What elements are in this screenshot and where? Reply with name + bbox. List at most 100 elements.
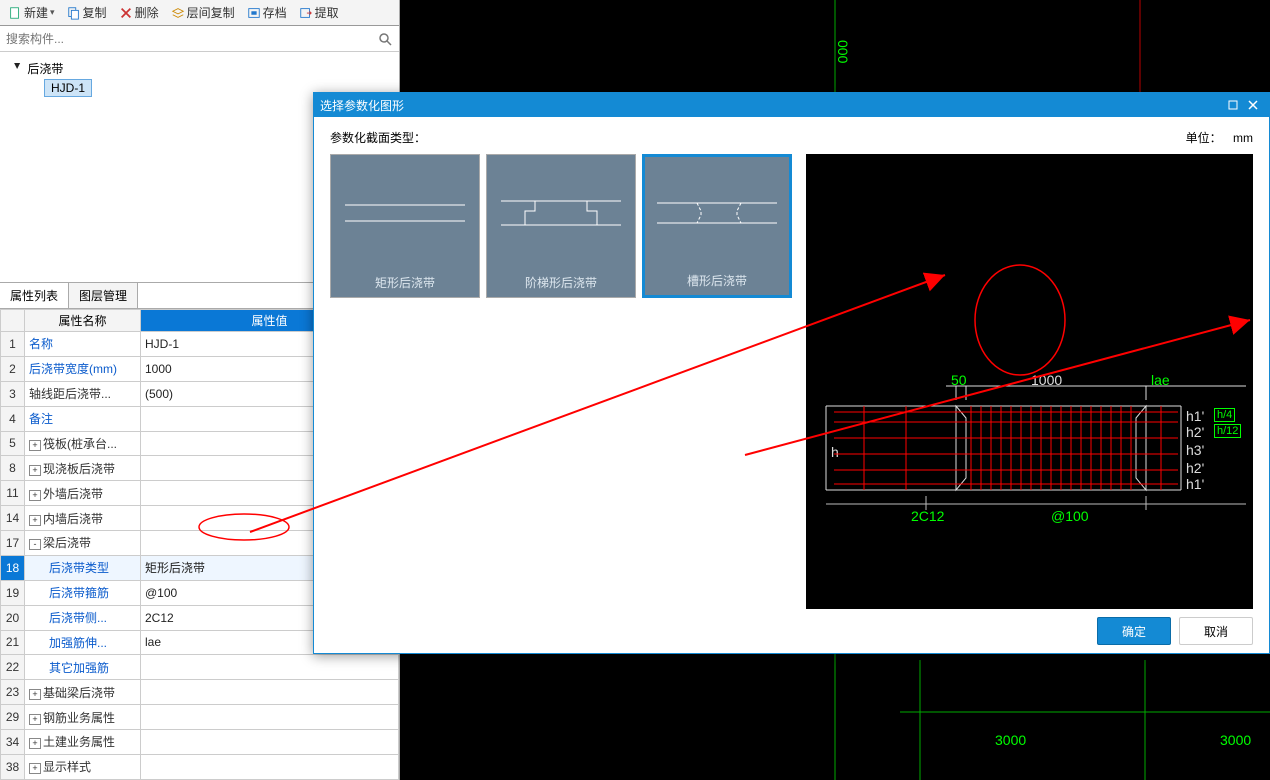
template-label: 槽形后浇带	[645, 265, 789, 295]
expand-icon[interactable]: +	[29, 763, 41, 774]
row-number: 17	[1, 531, 25, 556]
tab-properties[interactable]: 属性列表	[0, 283, 69, 308]
expand-icon[interactable]: +	[29, 689, 41, 700]
layer-copy-label: 层间复制	[187, 4, 235, 21]
tree-child[interactable]: HJD-1	[44, 79, 92, 97]
row-number: 5	[1, 431, 25, 456]
expand-icon[interactable]: +	[29, 440, 41, 451]
layer-copy-button[interactable]: 层间复制	[167, 2, 239, 23]
template-card-0[interactable]: 矩形后浇带	[330, 154, 480, 298]
row-number: 21	[1, 630, 25, 655]
dialog-titlebar[interactable]: 选择参数化图形	[314, 93, 1269, 117]
col-name[interactable]: 属性名称	[25, 310, 141, 332]
expand-icon[interactable]: +	[29, 465, 41, 476]
row-number: 22	[1, 655, 25, 680]
new-button[interactable]: 新建 ▾	[4, 2, 59, 23]
prop-name: +土建业务属性	[25, 730, 141, 755]
row-number: 20	[1, 605, 25, 630]
new-icon	[8, 6, 22, 20]
prop-value[interactable]	[141, 705, 399, 730]
copy-icon	[67, 6, 81, 20]
archive-button[interactable]: 存档	[243, 2, 291, 23]
prop-name: 名称	[25, 332, 141, 357]
row-number: 34	[1, 730, 25, 755]
prop-name: 后浇带宽度(mm)	[25, 356, 141, 381]
tree-child-label: HJD-1	[51, 81, 85, 95]
tree-root[interactable]: 后浇带	[12, 58, 387, 79]
row-number: 2	[1, 356, 25, 381]
delete-icon	[119, 6, 133, 20]
prop-name: 后浇带箍筋	[25, 580, 141, 605]
prop-value[interactable]	[141, 655, 399, 680]
expand-icon[interactable]: +	[29, 738, 41, 749]
search-input[interactable]	[6, 32, 377, 46]
row-number: 1	[1, 332, 25, 357]
prop-name: -梁后浇带	[25, 531, 141, 556]
table-row[interactable]: 23+基础梁后浇带	[1, 680, 399, 705]
prop-value[interactable]	[141, 730, 399, 755]
prop-name: +内墙后浇带	[25, 506, 141, 531]
prop-name: +钢筋业务属性	[25, 705, 141, 730]
prop-name: +外墙后浇带	[25, 481, 141, 506]
unit-row: 单位： mm	[1186, 129, 1253, 146]
copy-label: 复制	[83, 4, 107, 21]
row-number: 11	[1, 481, 25, 506]
copy-button[interactable]: 复制	[63, 2, 111, 23]
prop-name: +现浇板后浇带	[25, 456, 141, 481]
row-number: 38	[1, 754, 25, 779]
template-card-2[interactable]: 槽形后浇带	[642, 154, 792, 298]
template-list: 矩形后浇带阶梯形后浇带槽形后浇带	[330, 154, 792, 609]
row-number: 19	[1, 580, 25, 605]
template-preview-icon	[487, 155, 635, 267]
prop-value[interactable]	[141, 754, 399, 779]
maximize-icon[interactable]	[1223, 97, 1243, 113]
prop-name: 轴线距后浇带...	[25, 381, 141, 406]
tree-root-label: 后浇带	[27, 62, 63, 76]
prop-name: 后浇带类型	[25, 555, 141, 580]
prop-value[interactable]	[141, 680, 399, 705]
search-row	[0, 26, 399, 52]
extract-icon	[299, 6, 313, 20]
expand-icon[interactable]: +	[29, 515, 41, 526]
template-label: 矩形后浇带	[331, 267, 479, 297]
parametric-shape-dialog: 选择参数化图形 参数化截面类型： 单位： mm 矩形后浇带阶梯形后浇带槽形后浇带…	[313, 92, 1270, 654]
template-label: 阶梯形后浇带	[487, 267, 635, 297]
dialog-body: 参数化截面类型： 单位： mm 矩形后浇带阶梯形后浇带槽形后浇带 50 1000…	[314, 117, 1269, 653]
row-number: 8	[1, 456, 25, 481]
archive-label: 存档	[263, 4, 287, 21]
unit-label: 单位：	[1186, 131, 1222, 145]
template-card-1[interactable]: 阶梯形后浇带	[486, 154, 636, 298]
table-row[interactable]: 34+土建业务属性	[1, 730, 399, 755]
section-preview[interactable]: 50 1000 lae h h1' h2' h3' h2' h1' h/4 h/…	[806, 154, 1253, 609]
extract-button[interactable]: 提取	[295, 2, 343, 23]
template-preview-icon	[645, 157, 789, 265]
table-row[interactable]: 29+钢筋业务属性	[1, 705, 399, 730]
row-number: 3	[1, 381, 25, 406]
row-number: 4	[1, 406, 25, 431]
search-icon[interactable]	[377, 31, 393, 47]
chevron-down-icon: ▾	[50, 7, 55, 18]
unit-value: mm	[1233, 131, 1253, 145]
prop-name: 其它加强筋	[25, 655, 141, 680]
toolbar: 新建 ▾ 复制 删除 层间复制 存档	[0, 0, 399, 26]
prop-name: +显示样式	[25, 754, 141, 779]
prop-name: 备注	[25, 406, 141, 431]
row-number: 23	[1, 680, 25, 705]
template-preview-icon	[331, 155, 479, 267]
expand-icon[interactable]: +	[29, 714, 41, 725]
tab-layers[interactable]: 图层管理	[69, 283, 138, 308]
collapse-icon[interactable]: -	[29, 539, 41, 550]
prop-name: 加强筋伸...	[25, 630, 141, 655]
table-row[interactable]: 22其它加强筋	[1, 655, 399, 680]
close-icon[interactable]	[1243, 97, 1263, 113]
prop-name: +筏板(桩承台...	[25, 431, 141, 456]
dialog-title: 选择参数化图形	[320, 97, 404, 114]
row-number: 14	[1, 506, 25, 531]
row-number: 29	[1, 705, 25, 730]
delete-label: 删除	[135, 4, 159, 21]
delete-button[interactable]: 删除	[115, 2, 163, 23]
table-row[interactable]: 38+显示样式	[1, 754, 399, 779]
archive-icon	[247, 6, 261, 20]
prop-name: 后浇带侧...	[25, 605, 141, 630]
expand-icon[interactable]: +	[29, 490, 41, 501]
